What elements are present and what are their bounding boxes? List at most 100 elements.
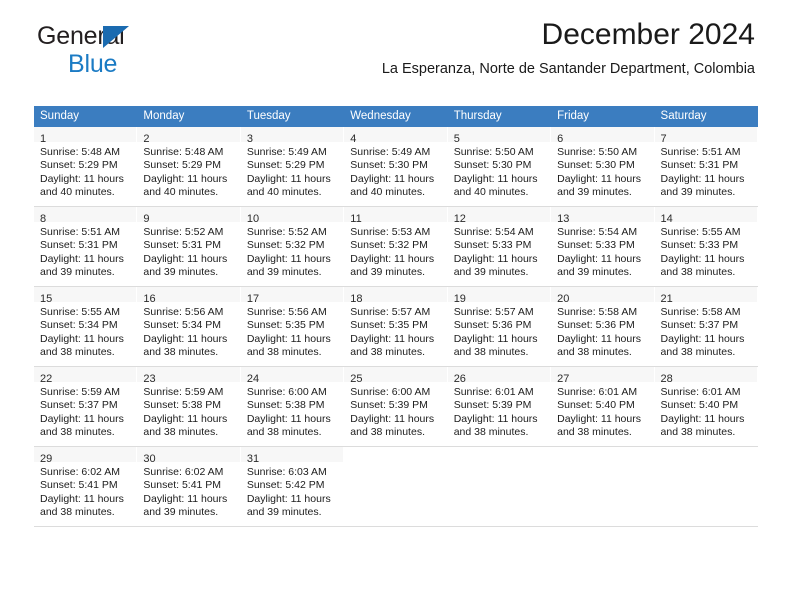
calendar-day-cell[interactable]: 2 Sunrise: 5:48 AM Sunset: 5:29 PM Daylight… bbox=[137, 127, 241, 207]
day-number-bar: 6 bbox=[551, 127, 654, 145]
day-number: 20 bbox=[557, 293, 570, 305]
calendar-day-cell[interactable]: 23 Sunrise: 5:59 AM Sunset: 5:38 PM Dayligh… bbox=[137, 366, 241, 447]
sunset-text: Sunset: 5:35 PM bbox=[350, 319, 428, 332]
sunrise-text: Sunrise: 5:48 AM bbox=[143, 146, 224, 158]
calendar-day-cell[interactable]: 3 Sunrise: 5:49 AM Sunset: 5:29 PM Daylight… bbox=[240, 127, 345, 207]
sunset-text: Sunset: 5:34 PM bbox=[143, 319, 222, 332]
daylight-text-line1: Daylight: 11 hours bbox=[453, 252, 538, 265]
calendar-day-cell[interactable]: 22 Sunrise: 5:59 AM Sunset: 5:37 PM Dayligh… bbox=[34, 366, 138, 447]
daylight-text-line2: and 38 minutes. bbox=[660, 426, 736, 439]
calendar-day-cell[interactable]: 18 Sunrise: 5:57 AM Sunset: 5:35 PM Dayligh… bbox=[344, 286, 448, 367]
day-number-bar: 7 bbox=[654, 127, 757, 145]
sunrise-text: Sunrise: 6:00 AM bbox=[350, 386, 431, 398]
day-cell-body: Sunrise: 5:54 AM Sunset: 5:33 PM Daylight:… bbox=[448, 222, 550, 280]
day-cell-inner: 8 Sunrise: 5:51 AM Sunset: 5:31 PM Daylight… bbox=[34, 207, 138, 286]
day-number-bar: 31 bbox=[240, 447, 344, 465]
calendar-day-cell[interactable]: 7 Sunrise: 5:51 AM Sunset: 5:31 PM Daylight… bbox=[654, 127, 758, 207]
daylight-text-line2: and 39 minutes. bbox=[453, 266, 529, 279]
calendar-day-cell[interactable]: 24 Sunrise: 6:00 AM Sunset: 5:38 PM Dayligh… bbox=[240, 366, 345, 447]
calendar-day-cell[interactable]: 29 Sunrise: 6:02 AM Sunset: 5:41 PM Dayligh… bbox=[34, 446, 138, 527]
day-cell-inner: 21 Sunrise: 5:58 AM Sunset: 5:37 PM Dayligh… bbox=[654, 287, 758, 366]
day-cell-inner: 19 Sunrise: 5:57 AM Sunset: 5:36 PM Dayligh… bbox=[447, 287, 552, 366]
calendar-day-cell[interactable]: 9 Sunrise: 5:52 AM Sunset: 5:31 PM Daylight… bbox=[137, 206, 241, 287]
calendar-day-cell[interactable]: 31 Sunrise: 6:03 AM Sunset: 5:42 PM Dayligh… bbox=[240, 446, 345, 527]
sunrise-text: Sunrise: 5:51 AM bbox=[40, 226, 120, 238]
day-number-bar: 29 bbox=[34, 447, 137, 465]
daylight-text-line1: Daylight: 11 hours bbox=[350, 252, 435, 265]
sunrise-text: Sunrise: 5:57 AM bbox=[350, 306, 431, 318]
calendar-day-cell[interactable]: 4 Sunrise: 5:49 AM Sunset: 5:30 PM Daylight… bbox=[344, 127, 448, 207]
day-cell-inner: 17 Sunrise: 5:56 AM Sunset: 5:35 PM Dayligh… bbox=[240, 287, 345, 366]
calendar-day-cell[interactable]: 12 Sunrise: 5:54 AM Sunset: 5:33 PM Dayligh… bbox=[447, 206, 552, 287]
day-cell-inner: 25 Sunrise: 6:00 AM Sunset: 5:39 PM Dayligh… bbox=[344, 367, 448, 446]
daylight-text-line1: Daylight: 11 hours bbox=[143, 412, 228, 425]
calendar-empty-cell bbox=[551, 446, 655, 527]
day-number: 19 bbox=[453, 293, 466, 305]
calendar-day-cell[interactable]: 27 Sunrise: 6:01 AM Sunset: 5:40 PM Dayligh… bbox=[551, 366, 655, 447]
daylight-text-line1: Daylight: 11 hours bbox=[453, 172, 538, 185]
daylight-text-line2: and 39 minutes. bbox=[660, 186, 736, 199]
daylight-text-line2: and 38 minutes. bbox=[453, 346, 529, 359]
day-cell-body: Sunrise: 5:55 AM Sunset: 5:34 PM Daylight:… bbox=[34, 302, 136, 360]
daylight-text-line1: Daylight: 11 hours bbox=[40, 332, 124, 345]
calendar-day-cell[interactable]: 14 Sunrise: 5:55 AM Sunset: 5:33 PM Dayligh… bbox=[654, 206, 758, 287]
day-cell-body: Sunrise: 5:58 AM Sunset: 5:36 PM Daylight:… bbox=[551, 302, 653, 360]
weekday-header-wednesday: Wednesday bbox=[344, 106, 448, 127]
day-number: 29 bbox=[40, 453, 53, 465]
daylight-text-line2: and 38 minutes. bbox=[143, 426, 219, 439]
daylight-text-line2: and 38 minutes. bbox=[40, 346, 115, 359]
calendar-day-cell[interactable]: 21 Sunrise: 5:58 AM Sunset: 5:37 PM Dayligh… bbox=[654, 286, 758, 367]
day-cell-inner: 20 Sunrise: 5:58 AM Sunset: 5:36 PM Dayligh… bbox=[551, 287, 655, 366]
sunrise-text: Sunrise: 5:59 AM bbox=[143, 386, 224, 398]
calendar-day-cell[interactable]: 15 Sunrise: 5:55 AM Sunset: 5:34 PM Dayligh… bbox=[34, 286, 138, 367]
day-number: 23 bbox=[143, 373, 156, 385]
day-cell-body: Sunrise: 6:02 AM Sunset: 5:41 PM Daylight:… bbox=[34, 462, 136, 520]
day-number: 8 bbox=[40, 213, 47, 225]
day-cell-inner: 18 Sunrise: 5:57 AM Sunset: 5:35 PM Dayligh… bbox=[344, 287, 448, 366]
day-cell-body: Sunrise: 6:01 AM Sunset: 5:40 PM Daylight:… bbox=[655, 382, 757, 440]
day-cell-inner: 9 Sunrise: 5:52 AM Sunset: 5:31 PM Daylight… bbox=[137, 207, 241, 286]
daylight-text-line1: Daylight: 11 hours bbox=[660, 172, 745, 185]
day-number: 12 bbox=[453, 213, 466, 225]
daylight-text-line1: Daylight: 11 hours bbox=[246, 172, 331, 185]
generalblue-logo[interactable]: General Blue bbox=[37, 24, 267, 78]
sunset-text: Sunset: 5:38 PM bbox=[143, 399, 222, 412]
day-number-bar: 11 bbox=[344, 207, 447, 225]
logo-text-blue: Blue bbox=[68, 50, 118, 78]
daylight-text-line1: Daylight: 11 hours bbox=[557, 412, 641, 425]
calendar-day-cell[interactable]: 5 Sunrise: 5:50 AM Sunset: 5:30 PM Daylight… bbox=[447, 127, 552, 207]
day-cell-body: Sunrise: 5:50 AM Sunset: 5:30 PM Daylight:… bbox=[551, 142, 653, 200]
sunset-text: Sunset: 5:41 PM bbox=[143, 479, 222, 492]
sunset-text: Sunset: 5:31 PM bbox=[660, 159, 739, 172]
calendar-day-cell[interactable]: 26 Sunrise: 6:01 AM Sunset: 5:39 PM Dayligh… bbox=[447, 366, 552, 447]
calendar-day-cell[interactable]: 6 Sunrise: 5:50 AM Sunset: 5:30 PM Daylight… bbox=[551, 127, 655, 207]
calendar-day-cell[interactable]: 25 Sunrise: 6:00 AM Sunset: 5:39 PM Dayligh… bbox=[344, 366, 448, 447]
sunset-text: Sunset: 5:29 PM bbox=[143, 159, 222, 172]
calendar-day-cell[interactable]: 19 Sunrise: 5:57 AM Sunset: 5:36 PM Dayligh… bbox=[447, 286, 552, 367]
calendar-day-cell[interactable]: 30 Sunrise: 6:02 AM Sunset: 5:41 PM Dayligh… bbox=[137, 446, 241, 527]
daylight-text-line2: and 38 minutes. bbox=[143, 346, 219, 359]
logo-triangle-icon bbox=[103, 26, 129, 48]
daylight-text-line1: Daylight: 11 hours bbox=[143, 492, 228, 505]
day-cell-body: Sunrise: 5:53 AM Sunset: 5:32 PM Daylight:… bbox=[344, 222, 446, 280]
calendar-day-cell[interactable]: 1 Sunrise: 5:48 AM Sunset: 5:29 PM Daylight… bbox=[34, 127, 138, 207]
sunrise-text: Sunrise: 6:00 AM bbox=[246, 386, 327, 398]
day-cell-inner: 30 Sunrise: 6:02 AM Sunset: 5:41 PM Dayligh… bbox=[137, 447, 241, 526]
calendar-day-cell[interactable]: 13 Sunrise: 5:54 AM Sunset: 5:33 PM Dayligh… bbox=[551, 206, 655, 287]
calendar-day-cell[interactable]: 10 Sunrise: 5:52 AM Sunset: 5:32 PM Dayligh… bbox=[240, 206, 345, 287]
daylight-text-line1: Daylight: 11 hours bbox=[143, 172, 228, 185]
daylight-text-line2: and 38 minutes. bbox=[557, 346, 632, 359]
day-number: 6 bbox=[557, 133, 564, 145]
day-number: 25 bbox=[350, 373, 363, 385]
calendar-header: Sunday Monday Tuesday Wednesday Thursday… bbox=[34, 106, 758, 127]
calendar-day-cell[interactable]: 28 Sunrise: 6:01 AM Sunset: 5:40 PM Dayligh… bbox=[654, 366, 758, 447]
calendar-day-cell[interactable]: 17 Sunrise: 5:56 AM Sunset: 5:35 PM Dayligh… bbox=[240, 286, 345, 367]
day-cell-inner: 14 Sunrise: 5:55 AM Sunset: 5:33 PM Dayligh… bbox=[654, 207, 758, 286]
calendar-day-cell[interactable]: 16 Sunrise: 5:56 AM Sunset: 5:34 PM Dayligh… bbox=[137, 286, 241, 367]
calendar-week-row: 15 Sunrise: 5:55 AM Sunset: 5:34 PM Dayligh… bbox=[34, 286, 758, 367]
day-cell-inner: 5 Sunrise: 5:50 AM Sunset: 5:30 PM Daylight… bbox=[447, 127, 552, 206]
sunset-text: Sunset: 5:30 PM bbox=[350, 159, 428, 172]
calendar-day-cell[interactable]: 8 Sunrise: 5:51 AM Sunset: 5:31 PM Daylight… bbox=[34, 206, 138, 287]
calendar-day-cell[interactable]: 11 Sunrise: 5:53 AM Sunset: 5:32 PM Dayligh… bbox=[344, 206, 448, 287]
calendar-day-cell[interactable]: 20 Sunrise: 5:58 AM Sunset: 5:36 PM Dayligh… bbox=[551, 286, 655, 367]
